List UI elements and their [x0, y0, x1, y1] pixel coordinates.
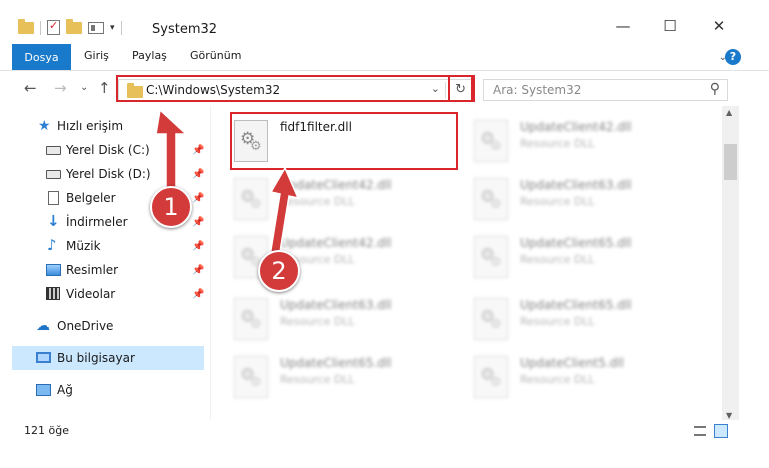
step-badge-2: 2 — [258, 250, 300, 292]
arrow-1 — [155, 108, 188, 197]
annotation-arrows — [155, 108, 300, 259]
arrow-2 — [269, 166, 300, 259]
step-badge-1: 1 — [150, 186, 192, 228]
